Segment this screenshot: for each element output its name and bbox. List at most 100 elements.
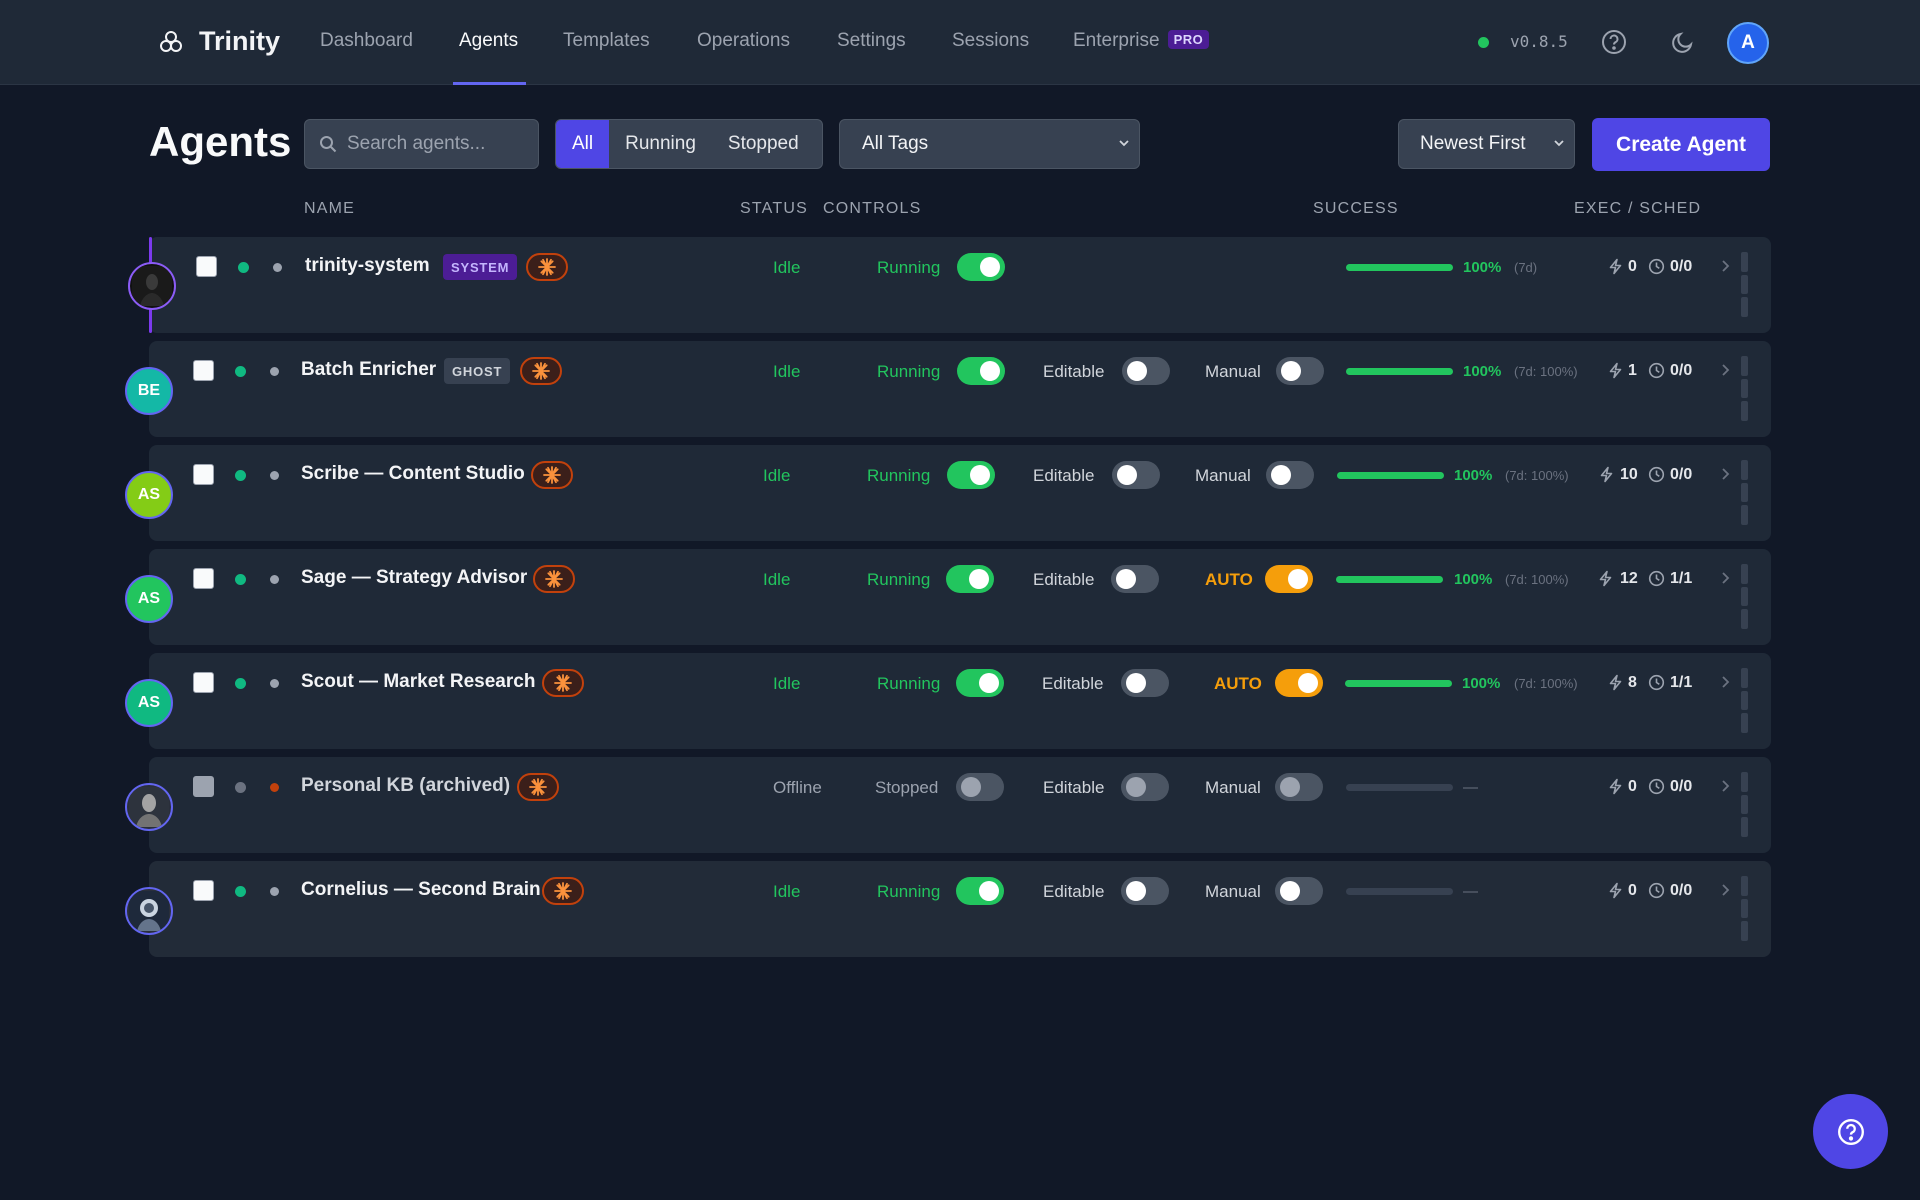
editable-toggle[interactable] bbox=[1121, 669, 1169, 697]
claude-provider-badge[interactable] bbox=[517, 773, 559, 801]
nav-operations[interactable]: Operations bbox=[697, 30, 790, 52]
running-toggle[interactable] bbox=[956, 877, 1004, 905]
user-avatar[interactable]: A bbox=[1727, 22, 1769, 64]
header-status[interactable]: STATUS bbox=[740, 200, 808, 218]
success-bar bbox=[1345, 680, 1452, 687]
running-toggle[interactable] bbox=[956, 773, 1004, 801]
agent-row[interactable]: trinity-system SYSTEM Idle Running 100% … bbox=[128, 237, 1771, 333]
search-box[interactable] bbox=[304, 119, 539, 169]
row-drag-handle[interactable] bbox=[1741, 460, 1748, 526]
agent-name[interactable]: Personal KB (archived) bbox=[301, 775, 510, 797]
editable-toggle[interactable] bbox=[1112, 461, 1160, 489]
mode-toggle[interactable] bbox=[1275, 877, 1323, 905]
row-checkbox[interactable] bbox=[196, 256, 217, 277]
agent-avatar: BE bbox=[125, 367, 173, 415]
editable-toggle[interactable] bbox=[1122, 357, 1170, 385]
chevron-right-icon[interactable] bbox=[1717, 778, 1733, 794]
agent-row[interactable]: AS Scribe — Content Studio Idle Running … bbox=[125, 445, 1771, 541]
nav-enterprise[interactable]: Enterprise PRO bbox=[1073, 30, 1210, 52]
row-drag-handle[interactable] bbox=[1741, 356, 1748, 422]
row-drag-handle[interactable] bbox=[1741, 564, 1748, 630]
chevron-right-icon[interactable] bbox=[1717, 570, 1733, 586]
health-dot bbox=[235, 678, 246, 689]
agent-name[interactable]: trinity-system bbox=[305, 255, 430, 277]
activity-dot bbox=[270, 471, 279, 480]
success-bar-fill bbox=[1336, 576, 1443, 583]
create-agent-button[interactable]: Create Agent bbox=[1592, 118, 1770, 171]
mode-label: AUTO bbox=[1214, 674, 1262, 693]
mode-toggle[interactable] bbox=[1266, 461, 1314, 489]
mode-label: AUTO bbox=[1205, 570, 1253, 589]
row-checkbox[interactable] bbox=[193, 360, 214, 381]
bolt-icon bbox=[1609, 258, 1622, 275]
agent-row[interactable]: AS Scout — Market Research Idle Running … bbox=[125, 653, 1771, 749]
row-drag-handle[interactable] bbox=[1741, 668, 1748, 734]
header-success[interactable]: SUCCESS bbox=[1313, 200, 1399, 218]
running-label: Running bbox=[877, 362, 941, 381]
running-toggle[interactable] bbox=[946, 565, 994, 593]
nav-templates[interactable]: Templates bbox=[563, 30, 650, 52]
running-toggle[interactable] bbox=[957, 253, 1005, 281]
row-drag-handle[interactable] bbox=[1741, 772, 1748, 838]
claude-provider-badge[interactable] bbox=[526, 253, 568, 281]
filter-running[interactable]: Running bbox=[609, 120, 712, 168]
row-checkbox[interactable] bbox=[193, 568, 214, 589]
tags-select[interactable]: All Tags bbox=[839, 119, 1140, 169]
running-label: Running bbox=[877, 674, 941, 693]
sort-select[interactable]: Newest First bbox=[1398, 119, 1575, 169]
agent-row[interactable]: BE Batch Enricher GHOST Idle Running Edi… bbox=[125, 341, 1771, 437]
agent-name[interactable]: Scribe — Content Studio bbox=[301, 463, 525, 485]
filter-stopped[interactable]: Stopped bbox=[712, 120, 815, 168]
editable-toggle[interactable] bbox=[1121, 877, 1169, 905]
mode-toggle[interactable] bbox=[1276, 357, 1324, 385]
chevron-right-icon[interactable] bbox=[1717, 258, 1733, 274]
mode-toggle[interactable] bbox=[1275, 669, 1323, 697]
header-name[interactable]: NAME bbox=[304, 200, 355, 218]
mode-label: Manual bbox=[1205, 778, 1261, 797]
success-period: (7d: 100%) bbox=[1514, 364, 1578, 379]
mode-toggle[interactable] bbox=[1265, 565, 1313, 593]
nav-sessions[interactable]: Sessions bbox=[952, 30, 1029, 52]
nav-dashboard[interactable]: Dashboard bbox=[320, 30, 413, 52]
agent-row[interactable]: Personal KB (archived) Offline Stopped E… bbox=[125, 757, 1771, 853]
claude-provider-badge[interactable] bbox=[542, 669, 584, 697]
chevron-right-icon[interactable] bbox=[1717, 674, 1733, 690]
chevron-right-icon[interactable] bbox=[1717, 882, 1733, 898]
agent-name[interactable]: Sage — Strategy Advisor bbox=[301, 567, 527, 589]
mode-toggle[interactable] bbox=[1275, 773, 1323, 801]
claude-provider-badge[interactable] bbox=[542, 877, 584, 905]
filter-all[interactable]: All bbox=[556, 120, 610, 168]
search-input[interactable] bbox=[347, 133, 527, 155]
agent-name[interactable]: Scout — Market Research bbox=[301, 671, 535, 693]
claude-provider-badge[interactable] bbox=[533, 565, 575, 593]
row-checkbox[interactable] bbox=[193, 672, 214, 693]
editable-toggle[interactable] bbox=[1111, 565, 1159, 593]
header-exec-sched[interactable]: EXEC / SCHED bbox=[1574, 200, 1701, 218]
chevron-right-icon[interactable] bbox=[1717, 362, 1733, 378]
running-toggle[interactable] bbox=[947, 461, 995, 489]
brand[interactable]: Trinity bbox=[157, 26, 280, 57]
nav-agents[interactable]: Agents bbox=[459, 30, 518, 52]
running-toggle[interactable] bbox=[957, 357, 1005, 385]
dark-mode-icon[interactable] bbox=[1669, 28, 1697, 56]
row-drag-handle[interactable] bbox=[1741, 876, 1748, 942]
row-checkbox[interactable] bbox=[193, 880, 214, 901]
claude-provider-badge[interactable] bbox=[520, 357, 562, 385]
agent-name[interactable]: Batch Enricher bbox=[301, 359, 436, 381]
editable-toggle[interactable] bbox=[1121, 773, 1169, 801]
help-fab-button[interactable] bbox=[1813, 1094, 1888, 1169]
system-badge: SYSTEM bbox=[443, 254, 518, 280]
agent-row[interactable]: Cornelius — Second Brain Idle Running Ed… bbox=[125, 861, 1771, 957]
running-toggle[interactable] bbox=[956, 669, 1004, 697]
claude-provider-badge[interactable] bbox=[531, 461, 573, 489]
row-checkbox[interactable] bbox=[193, 464, 214, 485]
nav-settings[interactable]: Settings bbox=[837, 30, 906, 52]
help-icon[interactable] bbox=[1600, 28, 1628, 56]
mode-label: Manual bbox=[1205, 882, 1261, 901]
chevron-right-icon[interactable] bbox=[1717, 466, 1733, 482]
row-drag-handle[interactable] bbox=[1741, 252, 1748, 318]
agent-name[interactable]: Cornelius — Second Brain bbox=[301, 879, 541, 901]
agent-row[interactable]: AS Sage — Strategy Advisor Idle Running … bbox=[125, 549, 1771, 645]
clock-icon bbox=[1648, 258, 1665, 275]
row-checkbox[interactable] bbox=[193, 776, 214, 797]
